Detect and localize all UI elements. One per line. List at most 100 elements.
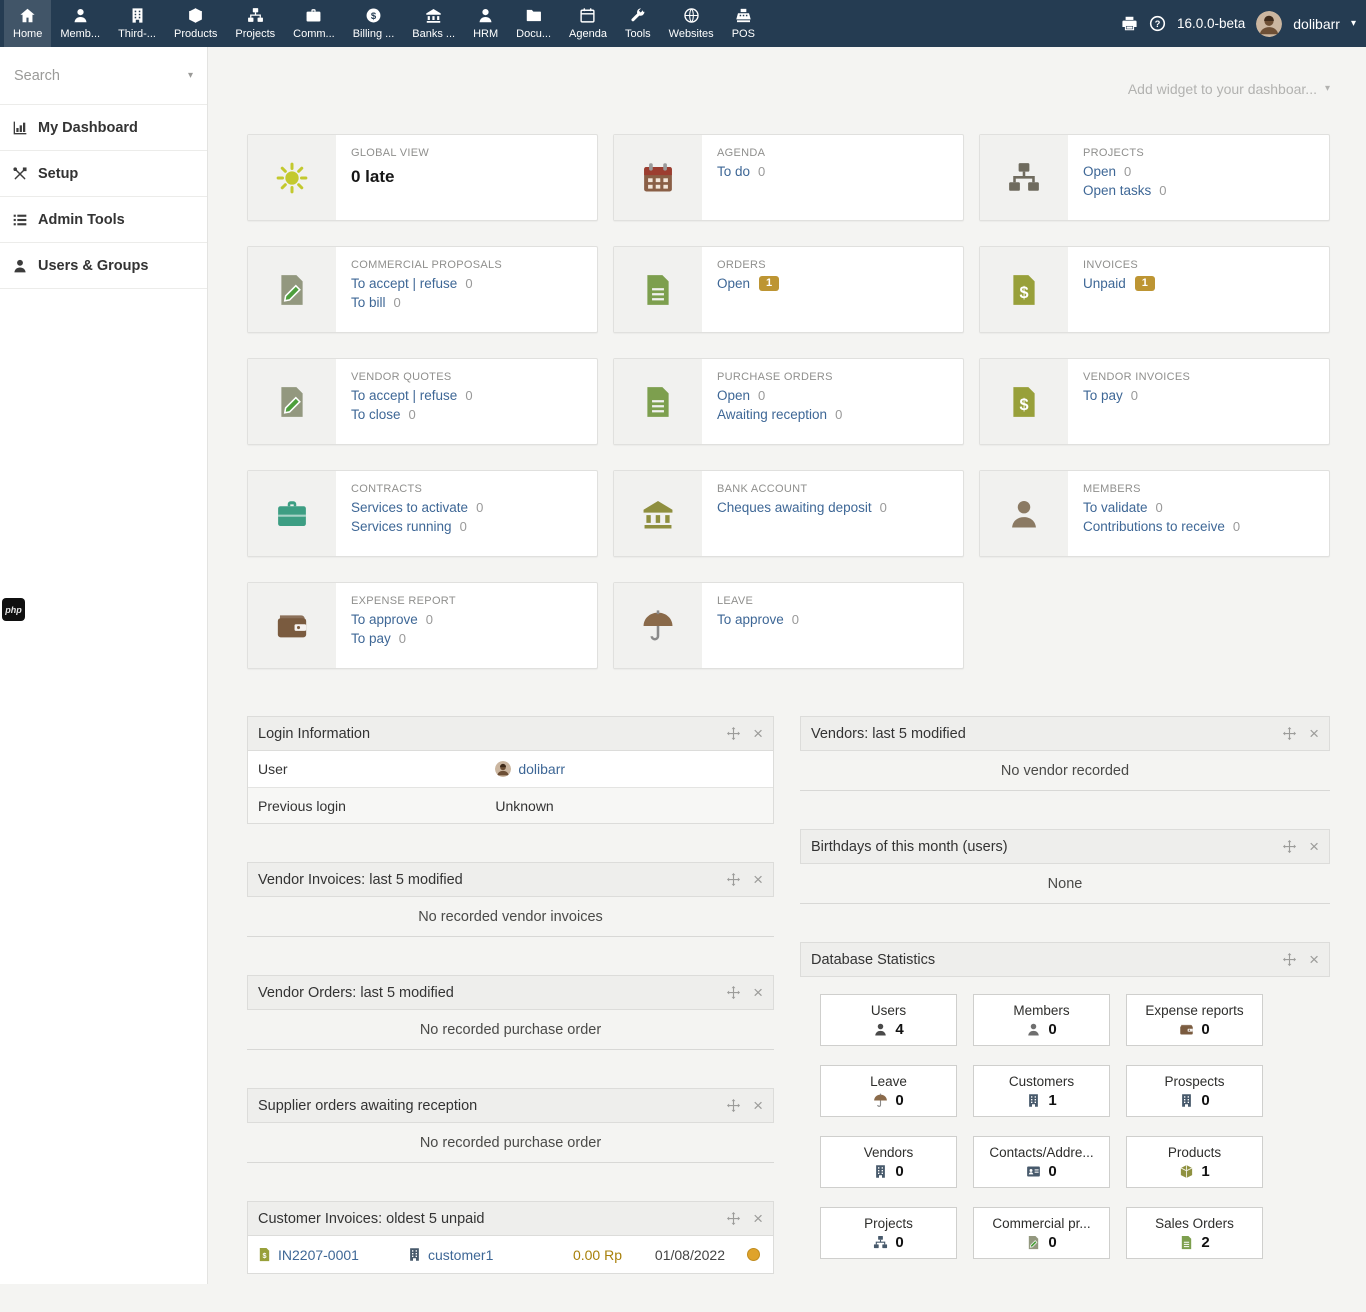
infobox-link[interactable]: To validate bbox=[1083, 500, 1148, 515]
nav-label: Banks ... bbox=[412, 28, 455, 40]
nav-item-billing[interactable]: Billing ... bbox=[344, 0, 404, 47]
close-icon[interactable]: × bbox=[753, 871, 763, 888]
nav-item-banks[interactable]: Banks ... bbox=[403, 0, 464, 47]
infobox-link[interactable]: Services running bbox=[351, 519, 452, 534]
infobox-title: VENDOR INVOICES bbox=[1083, 371, 1314, 383]
infobox-link[interactable]: Contributions to receive bbox=[1083, 519, 1225, 534]
stat-leave[interactable]: Leave 0 bbox=[820, 1065, 957, 1117]
chevron-down-icon[interactable]: ▾ bbox=[1351, 19, 1356, 29]
search-select[interactable]: Search ▾ bbox=[0, 47, 207, 105]
count: 0 bbox=[460, 519, 467, 534]
move-icon[interactable] bbox=[726, 1098, 741, 1113]
stat-products[interactable]: Products 1 bbox=[1126, 1136, 1263, 1188]
infobox-link[interactable]: Open bbox=[717, 276, 750, 291]
move-icon[interactable] bbox=[726, 872, 741, 887]
infobox-link[interactable]: To pay bbox=[351, 631, 391, 646]
move-icon[interactable] bbox=[1282, 952, 1297, 967]
nav-item-home[interactable]: Home bbox=[4, 0, 51, 47]
infobox-link[interactable]: Awaiting reception bbox=[717, 407, 827, 422]
infobox-title: VENDOR QUOTES bbox=[351, 371, 582, 383]
widget-vendor-orders: Vendor Orders: last 5 modified × No reco… bbox=[247, 975, 774, 1050]
count: 0 bbox=[758, 164, 765, 179]
infobox-link[interactable]: Open bbox=[1083, 164, 1116, 179]
empty-message: No recorded purchase order bbox=[247, 1123, 774, 1163]
nav-item-agenda[interactable]: Agenda bbox=[560, 0, 616, 47]
infobox-link[interactable]: To accept | refuse bbox=[351, 276, 457, 291]
stat-prospects[interactable]: Prospects 0 bbox=[1126, 1065, 1263, 1117]
nav-label: Memb... bbox=[60, 28, 100, 40]
nav-item-members[interactable]: Memb... bbox=[51, 0, 109, 47]
infobox-link[interactable]: To accept | refuse bbox=[351, 388, 457, 403]
infobox-vendor-quotes: VENDOR QUOTES To accept | refuse 0 To clo… bbox=[247, 358, 598, 445]
infobox-link[interactable]: To approve bbox=[717, 612, 784, 627]
infobox-title: MEMBERS bbox=[1083, 483, 1314, 495]
nav-item-commercial[interactable]: Comm... bbox=[284, 0, 344, 47]
close-icon[interactable]: × bbox=[1309, 725, 1319, 742]
move-icon[interactable] bbox=[726, 1211, 741, 1226]
infobox-expense-report: EXPENSE REPORT To approve0 To pay0 bbox=[247, 582, 598, 669]
infobox-link[interactable]: To pay bbox=[1083, 388, 1123, 403]
close-icon[interactable]: × bbox=[753, 984, 763, 1001]
empty-message: None bbox=[800, 864, 1330, 904]
stats-grid: Users 4 Members 0 Expense reports 0 Leav… bbox=[800, 977, 1330, 1263]
close-icon[interactable]: × bbox=[753, 1210, 763, 1227]
sidebar-item-my-dashboard[interactable]: My Dashboard bbox=[0, 105, 207, 151]
infobox-global-view: GLOBAL VIEW 0 late bbox=[247, 134, 598, 221]
count: 0 bbox=[465, 388, 472, 403]
user-avatar[interactable] bbox=[1256, 11, 1282, 37]
sidebar-item-admin-tools[interactable]: Admin Tools bbox=[0, 197, 207, 243]
stat-expense-reports[interactable]: Expense reports 0 bbox=[1126, 994, 1263, 1046]
help-icon[interactable] bbox=[1149, 15, 1166, 32]
stat-contacts[interactable]: Contacts/Addre... 0 bbox=[973, 1136, 1110, 1188]
person-icon bbox=[873, 1022, 888, 1037]
invoice-ref-link[interactable]: IN2207-0001 bbox=[278, 1247, 359, 1263]
infobox-link[interactable]: Unpaid bbox=[1083, 276, 1126, 291]
user-link[interactable]: dolibarr bbox=[518, 761, 565, 777]
sidebar-item-setup[interactable]: Setup bbox=[0, 151, 207, 197]
nav-item-pos[interactable]: POS bbox=[723, 0, 764, 47]
infobox-link[interactable]: To do bbox=[717, 164, 750, 179]
move-icon[interactable] bbox=[1282, 726, 1297, 741]
close-icon[interactable]: × bbox=[753, 725, 763, 742]
nav-item-projects[interactable]: Projects bbox=[226, 0, 284, 47]
infobox-link[interactable]: Open bbox=[717, 388, 750, 403]
infobox-link[interactable]: To bill bbox=[351, 295, 386, 310]
stat-customers[interactable]: Customers 1 bbox=[973, 1065, 1110, 1117]
add-widget-select[interactable]: Add widget to your dashboar... ▾ bbox=[247, 77, 1330, 101]
infobox-link[interactable]: Services to activate bbox=[351, 500, 468, 515]
nav-item-thirdparties[interactable]: Third-... bbox=[109, 0, 165, 47]
infobox-link[interactable]: To close bbox=[351, 407, 401, 422]
stat-commercial-proposals[interactable]: Commercial pr... 0 bbox=[973, 1207, 1110, 1259]
nav-item-products[interactable]: Products bbox=[165, 0, 226, 47]
infobox-link[interactable]: To approve bbox=[351, 612, 418, 627]
infobox-title: LEAVE bbox=[717, 595, 948, 607]
building-icon bbox=[873, 1164, 888, 1179]
nav-item-websites[interactable]: Websites bbox=[660, 0, 723, 47]
infobox-link[interactable]: Cheques awaiting deposit bbox=[717, 500, 872, 515]
close-icon[interactable]: × bbox=[753, 1097, 763, 1114]
infobox-link[interactable]: Open tasks bbox=[1083, 183, 1151, 198]
stat-projects[interactable]: Projects 0 bbox=[820, 1207, 957, 1259]
stat-users[interactable]: Users 4 bbox=[820, 994, 957, 1046]
close-icon[interactable]: × bbox=[1309, 951, 1319, 968]
stat-vendors[interactable]: Vendors 0 bbox=[820, 1136, 957, 1188]
print-icon[interactable] bbox=[1121, 15, 1138, 32]
user-menu[interactable]: dolibarr bbox=[1293, 16, 1340, 32]
dashboard-main: Add widget to your dashboar... ▾ GLOBAL … bbox=[208, 77, 1366, 1312]
move-icon[interactable] bbox=[1282, 839, 1297, 854]
stat-sales-orders[interactable]: Sales Orders 2 bbox=[1126, 1207, 1263, 1259]
document-icon bbox=[641, 385, 675, 419]
customer-link[interactable]: customer1 bbox=[428, 1247, 493, 1263]
count-badge[interactable]: 1 bbox=[759, 276, 779, 291]
nav-item-documents[interactable]: Docu... bbox=[507, 0, 560, 47]
close-icon[interactable]: × bbox=[1309, 838, 1319, 855]
nav-item-tools[interactable]: Tools bbox=[616, 0, 660, 47]
stat-members[interactable]: Members 0 bbox=[973, 994, 1110, 1046]
nav-item-hrm[interactable]: HRM bbox=[464, 0, 507, 47]
count-badge[interactable]: 1 bbox=[1135, 276, 1155, 291]
move-icon[interactable] bbox=[726, 985, 741, 1000]
move-icon[interactable] bbox=[726, 726, 741, 741]
sidebar-item-users-groups[interactable]: Users & Groups bbox=[0, 243, 207, 289]
coin-icon bbox=[365, 7, 382, 24]
php-debug-badge[interactable]: php bbox=[2, 598, 25, 621]
